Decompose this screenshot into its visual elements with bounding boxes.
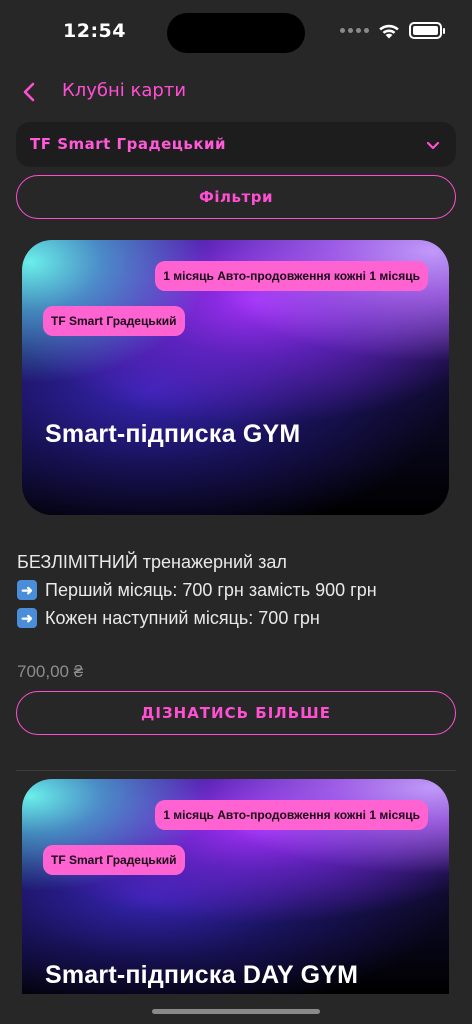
right-arrow-icon: ➜ bbox=[17, 608, 37, 628]
period-tag: 1 місяць Авто-продовження кожні 1 місяць bbox=[155, 261, 428, 291]
page-title: Клубні карти bbox=[62, 80, 187, 101]
filters-button[interactable]: Фільтри bbox=[16, 175, 456, 219]
card-title: Smart-підписка GYM bbox=[45, 420, 301, 448]
membership-card[interactable]: 1 місяць Авто-продовження кожні 1 місяць… bbox=[22, 240, 449, 515]
chevron-down-icon bbox=[426, 141, 440, 150]
card-description: БЕЗЛІМІТНИЙ тренажерний зал ➜ Перший міс… bbox=[17, 548, 457, 632]
club-tag: TF Smart Градецький bbox=[43, 845, 185, 875]
card-title: Smart-підписка DAY GYM bbox=[45, 961, 359, 989]
club-selector-value: TF Smart Градецький bbox=[30, 135, 227, 153]
club-selector[interactable]: TF Smart Градецький bbox=[16, 122, 456, 167]
description-line: БЕЗЛІМІТНИЙ тренажерний зал bbox=[17, 552, 287, 572]
membership-card[interactable]: 1 місяць Авто-продовження кожні 1 місяць… bbox=[22, 779, 449, 994]
battery-icon bbox=[409, 22, 445, 39]
wifi-icon bbox=[379, 24, 399, 38]
club-tag: TF Smart Градецький bbox=[43, 306, 185, 336]
chevron-left-icon[interactable] bbox=[18, 80, 42, 104]
divider bbox=[16, 770, 456, 771]
dynamic-island bbox=[167, 13, 305, 53]
status-time: 12:54 bbox=[63, 20, 126, 42]
right-arrow-icon: ➜ bbox=[17, 580, 37, 600]
price: 700,00 ₴ bbox=[17, 662, 84, 681]
nav-bar: Клубні карти bbox=[0, 70, 472, 114]
period-tag: 1 місяць Авто-продовження кожні 1 місяць bbox=[155, 800, 428, 830]
status-bar: 12:54 bbox=[0, 0, 472, 64]
description-line: ➜ Перший місяць: 700 грн замість 900 грн bbox=[17, 576, 457, 604]
learn-more-button[interactable]: ДІЗНАТИСЬ БІЛЬШЕ bbox=[16, 691, 456, 735]
signal-icon bbox=[340, 28, 369, 33]
description-line: ➜ Кожен наступний місяць: 700 грн bbox=[17, 604, 457, 632]
status-icons bbox=[340, 22, 445, 39]
home-indicator[interactable] bbox=[152, 1009, 320, 1014]
